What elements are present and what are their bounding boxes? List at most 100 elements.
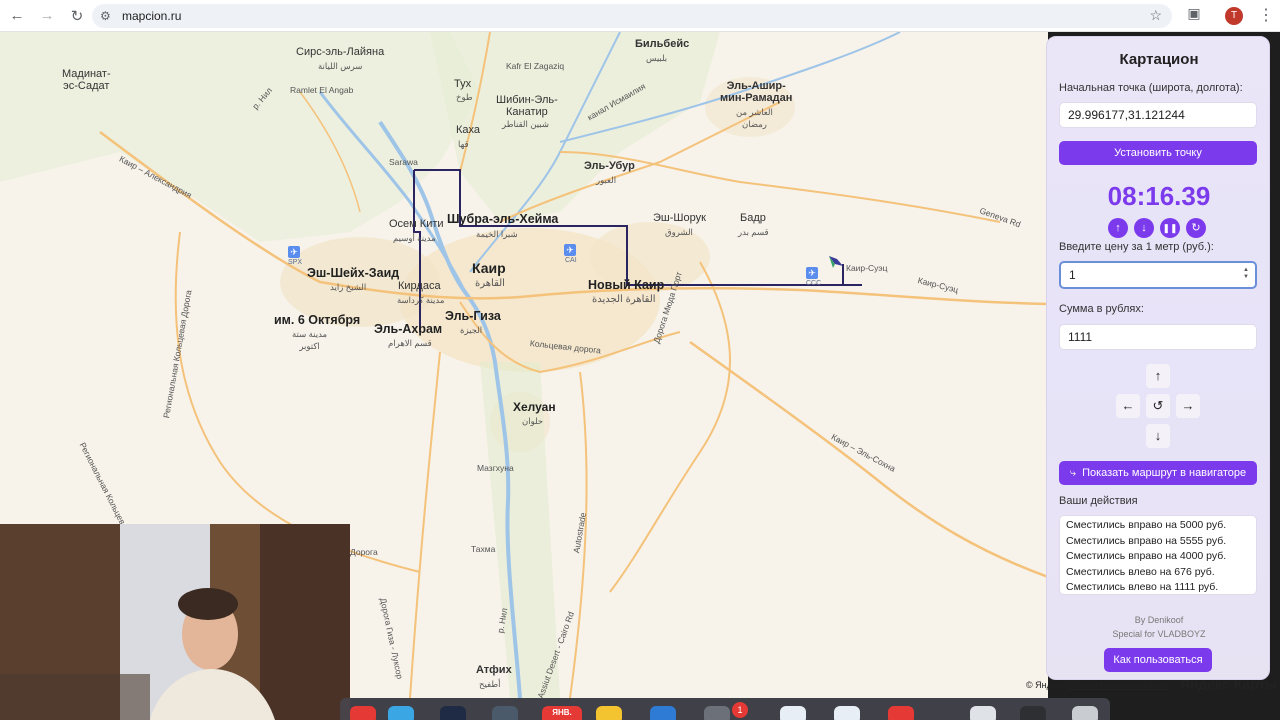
site-settings-icon[interactable]: ⚙ xyxy=(100,9,118,23)
route-icon: ⤷ xyxy=(1069,466,1077,479)
sum-output[interactable]: 1111 xyxy=(1059,324,1257,350)
pause-icon[interactable]: ❚❚ xyxy=(1160,218,1180,238)
road-label: Дорога xyxy=(350,547,378,557)
map-label: им. 6 Октября xyxy=(274,313,361,327)
how-to-use-button[interactable]: Как пользоваться xyxy=(1104,648,1212,672)
map-label: مدينة أوسيم xyxy=(393,233,436,243)
notification-badge: 1 xyxy=(732,702,748,718)
airport-code: SPX xyxy=(288,259,303,266)
map-label: القاهرة xyxy=(475,278,505,289)
map-label: Бильбейс xyxy=(635,38,690,50)
move-up-icon[interactable]: ↑ xyxy=(1146,364,1170,388)
map-label: شبين القناطر xyxy=(502,119,549,129)
extensions-icon[interactable]: ▣ xyxy=(1184,5,1204,25)
dock-app-icon[interactable] xyxy=(388,706,414,720)
dock-app-icon[interactable] xyxy=(440,706,466,720)
action-item: Сместились влево на 1111 руб. xyxy=(1066,581,1219,593)
sum-label: Сумма в рублях: xyxy=(1059,303,1144,315)
actions-label: Ваши действия xyxy=(1059,495,1138,507)
move-right-icon[interactable]: → xyxy=(1176,394,1200,418)
dock-app-icon[interactable] xyxy=(1020,706,1046,720)
music-icon[interactable] xyxy=(888,706,914,720)
map-label: سرس الليانة xyxy=(318,61,363,71)
back-icon[interactable]: ← xyxy=(4,3,30,29)
refresh-icon[interactable]: ↻ xyxy=(1186,218,1206,238)
action-item: Сместились вправо на 5555 руб. xyxy=(1066,534,1227,547)
map-label: Тух xyxy=(454,78,472,90)
destination-flag-icon[interactable] xyxy=(829,256,843,270)
webcam-image xyxy=(0,524,350,720)
arrow-down-icon[interactable]: ↓ xyxy=(1134,218,1154,238)
screen: ← → ↻ ⚙ mapcion.ru ☆ ▣ T ⋮ ✈ SPX ✈ CAI ✈… xyxy=(0,0,1280,720)
address-url[interactable]: mapcion.ru xyxy=(122,9,181,23)
bookmark-star-icon[interactable]: ☆ xyxy=(1149,7,1162,24)
dock-app-icon[interactable] xyxy=(780,706,806,720)
map-label: أطفيح xyxy=(479,679,501,689)
file-icon[interactable] xyxy=(970,706,996,720)
road-label: Каир-Суэц xyxy=(846,263,888,273)
airport-code: CAI xyxy=(565,257,577,264)
action-item: Сместились влево на 676 руб. xyxy=(1066,565,1215,578)
dock-app-icon[interactable] xyxy=(650,706,676,720)
start-point-input[interactable]: 29.996177,31.121244 xyxy=(1059,102,1257,128)
profile-avatar[interactable]: T xyxy=(1225,7,1243,25)
map-label: Эш-Шейх-Заид xyxy=(307,266,400,280)
webcam-overlay xyxy=(0,524,350,720)
dock-app-icon[interactable] xyxy=(350,706,376,720)
menu-icon[interactable]: ⋮ xyxy=(1258,5,1274,25)
browser-toolbar: ← → ↻ ⚙ mapcion.ru ☆ ▣ T ⋮ xyxy=(0,0,1280,32)
airport-icon[interactable]: ✈ xyxy=(806,267,818,279)
map-label: Осем Кити xyxy=(389,218,444,230)
dock-app-icon[interactable] xyxy=(834,706,860,720)
map-label: العاشر من رمضان xyxy=(736,107,773,129)
control-panel: Картацион Начальная точка (широта, долго… xyxy=(1046,36,1270,680)
map-label: Бадр xyxy=(740,212,766,224)
reset-position-icon[interactable]: ↺ xyxy=(1146,394,1170,418)
move-down-icon[interactable]: ↓ xyxy=(1146,424,1170,448)
map-label: Кирдаса xyxy=(398,280,441,292)
move-left-icon[interactable]: ← xyxy=(1116,394,1140,418)
stepper-arrows-icon[interactable]: ▲ ▼ xyxy=(1243,267,1249,281)
map-label: قها xyxy=(458,139,469,149)
map-label: Сирс-эль-Лайяна xyxy=(296,46,385,58)
trash-icon[interactable] xyxy=(1072,706,1098,720)
reload-icon[interactable]: ↻ xyxy=(64,3,90,29)
map-label: Ramlet El Angab xyxy=(290,85,354,95)
action-item: Сместились вправо на 4000 руб. xyxy=(1066,550,1227,562)
dock-app-icon[interactable] xyxy=(492,706,518,720)
map-label: Эль-Убур xyxy=(584,160,635,172)
map-label: قسم بدر xyxy=(738,227,769,237)
price-label: Введите цену за 1 метр (руб.): xyxy=(1059,241,1214,253)
notes-icon[interactable] xyxy=(596,706,622,720)
map-label: العبور xyxy=(596,175,617,185)
map-label: Эль-Ашир- мин-Рамадан xyxy=(720,80,793,104)
price-input[interactable]: 1 ▲ ▼ xyxy=(1059,261,1257,289)
show-route-button[interactable]: ⤷ Показать маршрут в навигаторе xyxy=(1059,461,1257,485)
airport-icon[interactable]: ✈ xyxy=(288,246,300,258)
set-point-button[interactable]: Установить точку xyxy=(1059,141,1257,165)
map-label: Атфих xyxy=(476,664,512,676)
dock-app-icon[interactable] xyxy=(704,706,730,720)
farmland xyxy=(0,32,480,242)
map-label: Каха xyxy=(456,124,481,136)
map-label: القاهرة الجديدة xyxy=(592,294,656,305)
map-label: مدينة ستة اكتوبر xyxy=(292,329,328,351)
credit-special: Special for VLADBOYZ xyxy=(1112,629,1206,639)
actions-log[interactable]: Сместились вправо на 5000 руб. Сместилис… xyxy=(1059,515,1257,595)
map-label: الشيخ زايد xyxy=(330,282,367,292)
map-label: Sarawa xyxy=(389,157,418,167)
map-label: Эш-Шорук xyxy=(653,212,706,224)
price-value[interactable]: 1 xyxy=(1069,268,1076,282)
map-label: Тахма xyxy=(471,544,496,554)
map-label: بلبيس xyxy=(646,53,668,63)
map-label: Мадинат- эс-Садат xyxy=(62,68,111,92)
show-route-label: Показать маршрут в навигаторе xyxy=(1082,467,1247,479)
map-label: شبرا الخيمة xyxy=(476,229,518,239)
calendar-icon[interactable]: ЯНВ. xyxy=(542,706,582,720)
terms-link[interactable]: Условия использования xyxy=(1068,680,1168,690)
airport-icon[interactable]: ✈ xyxy=(564,244,576,256)
address-bar[interactable]: ⚙ mapcion.ru ☆ xyxy=(92,4,1172,28)
map-copyright: © Яндекс Условия использования xyxy=(1026,680,1168,690)
arrow-up-icon[interactable]: ↑ xyxy=(1108,218,1128,238)
forward-icon[interactable]: → xyxy=(34,3,60,29)
